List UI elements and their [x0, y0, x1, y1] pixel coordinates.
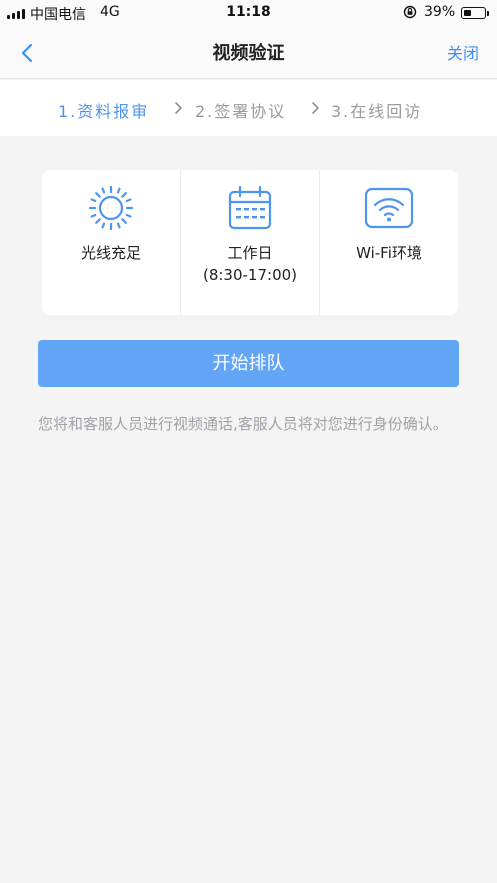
calendar-icon: [228, 185, 272, 230]
requirement-label: 光线充足: [80, 244, 141, 262]
requirement-lighting: 光线充足: [42, 170, 180, 315]
chevron-right-icon: [312, 102, 319, 114]
orientation-lock-icon: [403, 5, 417, 19]
battery-tip: [487, 11, 489, 16]
requirement-label: Wi-Fi环境: [356, 244, 422, 262]
verification-notice: 您将和客服人员进行视频通话,客服人员将对您进行身份确认。: [38, 415, 448, 433]
status-bar: 中国电信 4G 11:18 39%: [0, 0, 497, 26]
requirement-workday: 工作日 (8:30-17:00): [180, 170, 319, 315]
page-title: 视频验证: [212, 43, 285, 64]
start-queue-button[interactable]: 开始排队: [38, 340, 459, 387]
battery-percent: 39%: [424, 4, 456, 20]
progress-steps: 1.资料报审 2.签署协议 3.在线回访: [0, 80, 497, 136]
status-time: 11:18: [226, 4, 271, 20]
chevron-right-icon: [175, 102, 182, 114]
battery-icon: [461, 7, 486, 19]
step-2: 2.签署协议: [195, 102, 287, 121]
nav-bar: 视频验证 关闭: [0, 26, 497, 79]
requirement-label: 工作日: [227, 244, 273, 262]
sun-icon: [88, 185, 134, 231]
step-1: 1.资料报审: [58, 102, 150, 121]
requirement-wifi: Wi-Fi环境: [319, 170, 458, 315]
step-3: 3.在线回访: [331, 102, 423, 121]
requirements-card: 光线充足 工作日 (8:30-17:00) Wi-Fi环境: [42, 170, 458, 315]
requirement-hours: (8:30-17:00): [202, 266, 298, 284]
close-button[interactable]: 关闭: [447, 40, 479, 64]
wifi-icon: [364, 187, 414, 229]
